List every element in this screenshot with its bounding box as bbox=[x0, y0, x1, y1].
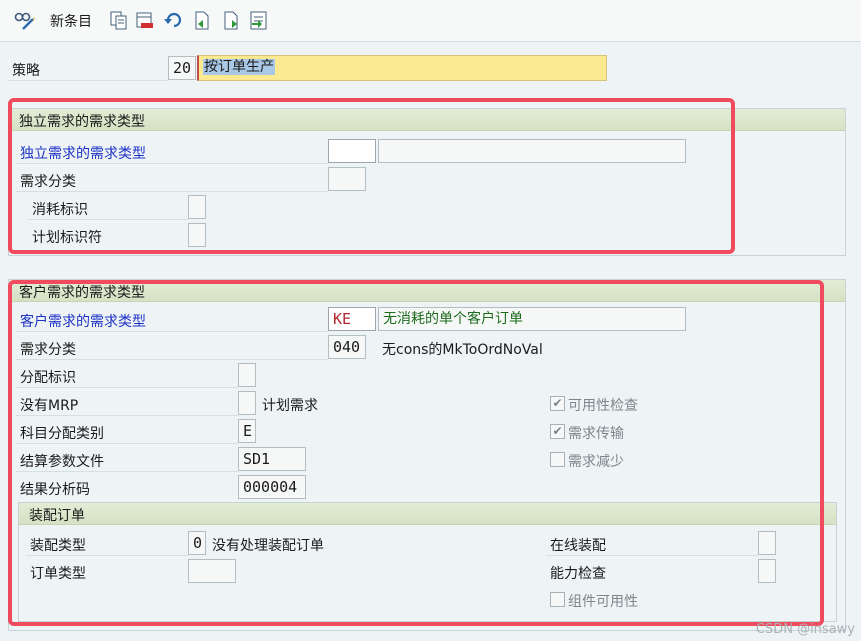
next-entry-button[interactable] bbox=[222, 10, 240, 32]
planning-indicator-label: 计划标识符 bbox=[32, 230, 102, 246]
strategy-description-field[interactable]: 按订单生产 bbox=[197, 55, 607, 81]
independent-requirements-header: 独立需求的需求类型 bbox=[9, 109, 845, 131]
capacity-check-label: 能力检查 bbox=[550, 566, 606, 582]
account-assignment-field[interactable]: E bbox=[238, 419, 256, 443]
glasses-pen-icon bbox=[14, 11, 35, 31]
independent-type-field[interactable] bbox=[328, 139, 376, 163]
undo-button[interactable] bbox=[164, 10, 182, 32]
assembly-order-group: 装配订单 bbox=[18, 502, 837, 622]
settlement-profile-label: 结算参数文件 bbox=[20, 454, 104, 470]
customer-type-label: 客户需求的需求类型 bbox=[20, 314, 146, 330]
availability-check-checkbox[interactable]: ✔ bbox=[550, 396, 565, 411]
display-change-button[interactable] bbox=[14, 10, 35, 32]
copy-icon bbox=[110, 11, 128, 31]
customer-class-field[interactable]: 040 bbox=[328, 335, 366, 359]
component-availability-label: 组件可用性 bbox=[568, 594, 638, 610]
independent-class-label: 需求分类 bbox=[20, 174, 76, 190]
independent-class-field[interactable] bbox=[328, 167, 366, 191]
settlement-profile-field[interactable]: SD1 bbox=[238, 447, 306, 471]
no-mrp-field[interactable] bbox=[238, 391, 256, 415]
select-button[interactable] bbox=[250, 10, 268, 32]
assembly-order-header: 装配订单 bbox=[19, 503, 836, 525]
customer-requirements-header: 客户需求的需求类型 bbox=[9, 280, 845, 302]
new-entries-label: 新条目 bbox=[50, 14, 92, 30]
delete-button[interactable] bbox=[136, 10, 154, 32]
requirements-reduction-label: 需求减少 bbox=[568, 454, 624, 470]
account-assignment-label: 科目分配类别 bbox=[20, 426, 104, 442]
previous-entry-button[interactable] bbox=[193, 10, 211, 32]
independent-type-label: 独立需求的需求类型 bbox=[20, 146, 146, 162]
assembly-type-desc: 没有处理装配订单 bbox=[212, 538, 324, 554]
strategy-description-text: 按订单生产 bbox=[203, 59, 275, 75]
order-type-label: 订单类型 bbox=[30, 566, 86, 582]
planning-indicator-field[interactable] bbox=[188, 223, 206, 247]
requirements-transfer-checkbox[interactable]: ✔ bbox=[550, 424, 565, 439]
no-mrp-label: 没有MRP bbox=[20, 398, 79, 414]
toolbar: 新条目 bbox=[0, 0, 861, 42]
independent-requirements-group: 独立需求的需求类型 bbox=[8, 108, 846, 256]
results-analysis-label: 结果分析码 bbox=[20, 482, 90, 498]
assembly-type-field[interactable]: 0 bbox=[188, 531, 206, 555]
assembly-type-label: 装配类型 bbox=[30, 538, 86, 554]
new-entries-button[interactable]: 新条目 bbox=[46, 10, 92, 32]
strategy-row: 策略 20 按订单生产 bbox=[0, 51, 861, 85]
undo-icon bbox=[164, 11, 182, 31]
customer-class-desc: 无cons的MkToOrdNoVal bbox=[382, 342, 543, 358]
copy-button[interactable] bbox=[110, 10, 128, 32]
allocation-indicator-label: 分配标识 bbox=[20, 370, 76, 386]
strategy-label: 策略 bbox=[12, 63, 40, 79]
customer-type-desc-field: 无消耗的单个客户订单 bbox=[378, 307, 686, 331]
next-icon bbox=[222, 11, 240, 31]
requirements-transfer-label: 需求传输 bbox=[568, 426, 624, 442]
capacity-check-field[interactable] bbox=[758, 559, 776, 583]
watermark: CSDN @insawy bbox=[755, 622, 855, 637]
requirements-reduction-checkbox[interactable] bbox=[550, 452, 565, 467]
prev-icon bbox=[193, 11, 211, 31]
allocation-indicator-field[interactable] bbox=[238, 363, 256, 387]
strategy-code-field[interactable]: 20 bbox=[168, 56, 196, 80]
independent-type-desc-field bbox=[378, 139, 686, 163]
customer-type-field[interactable]: KE bbox=[328, 307, 376, 331]
component-availability-checkbox[interactable] bbox=[550, 592, 565, 607]
results-analysis-field[interactable]: 000004 bbox=[238, 475, 306, 499]
availability-check-label: 可用性检查 bbox=[568, 398, 638, 414]
order-type-field[interactable] bbox=[188, 559, 236, 583]
no-mrp-desc: 计划需求 bbox=[262, 398, 318, 414]
online-assembly-label: 在线装配 bbox=[550, 538, 606, 554]
customer-class-label: 需求分类 bbox=[20, 342, 76, 358]
consumption-indicator-field[interactable] bbox=[188, 195, 206, 219]
delete-icon bbox=[136, 11, 154, 31]
select-icon bbox=[250, 11, 268, 31]
consumption-indicator-label: 消耗标识 bbox=[32, 202, 88, 218]
online-assembly-field[interactable] bbox=[758, 531, 776, 555]
